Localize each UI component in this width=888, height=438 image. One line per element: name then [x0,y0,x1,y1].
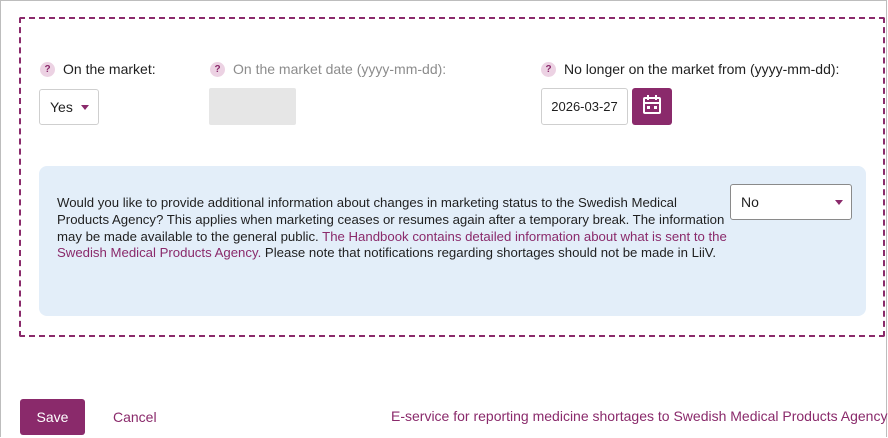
info-text-after: Please note that notifications regarding… [261,245,717,261]
on-market-date-label: On the market date (yyyy-mm-dd): [233,61,447,77]
help-icon[interactable]: ? [541,62,556,77]
calendar-icon [643,95,661,114]
help-icon[interactable]: ? [210,62,225,77]
calendar-button[interactable] [632,88,672,125]
on-market-value: Yes [50,99,73,115]
on-market-date-input [209,88,296,125]
additional-info-text: Would you like to provide additional inf… [57,195,729,262]
caret-down-icon [835,200,843,205]
eservice-shortages-link[interactable]: E-service for reporting medicine shortag… [391,408,887,424]
caret-down-icon [81,105,89,110]
on-market-label: On the market: [63,61,156,77]
cancel-link[interactable]: Cancel [113,409,157,425]
help-icon[interactable]: ? [40,62,55,77]
additional-info-value: No [741,194,759,210]
no-longer-on-market-date-input[interactable]: 2026-03-27 [541,88,628,125]
save-button[interactable]: Save [20,399,85,435]
additional-info-select[interactable]: No [730,184,852,220]
no-longer-on-market-label: No longer on the market from (yyyy-mm-dd… [564,61,840,77]
on-market-select[interactable]: Yes [39,89,99,125]
